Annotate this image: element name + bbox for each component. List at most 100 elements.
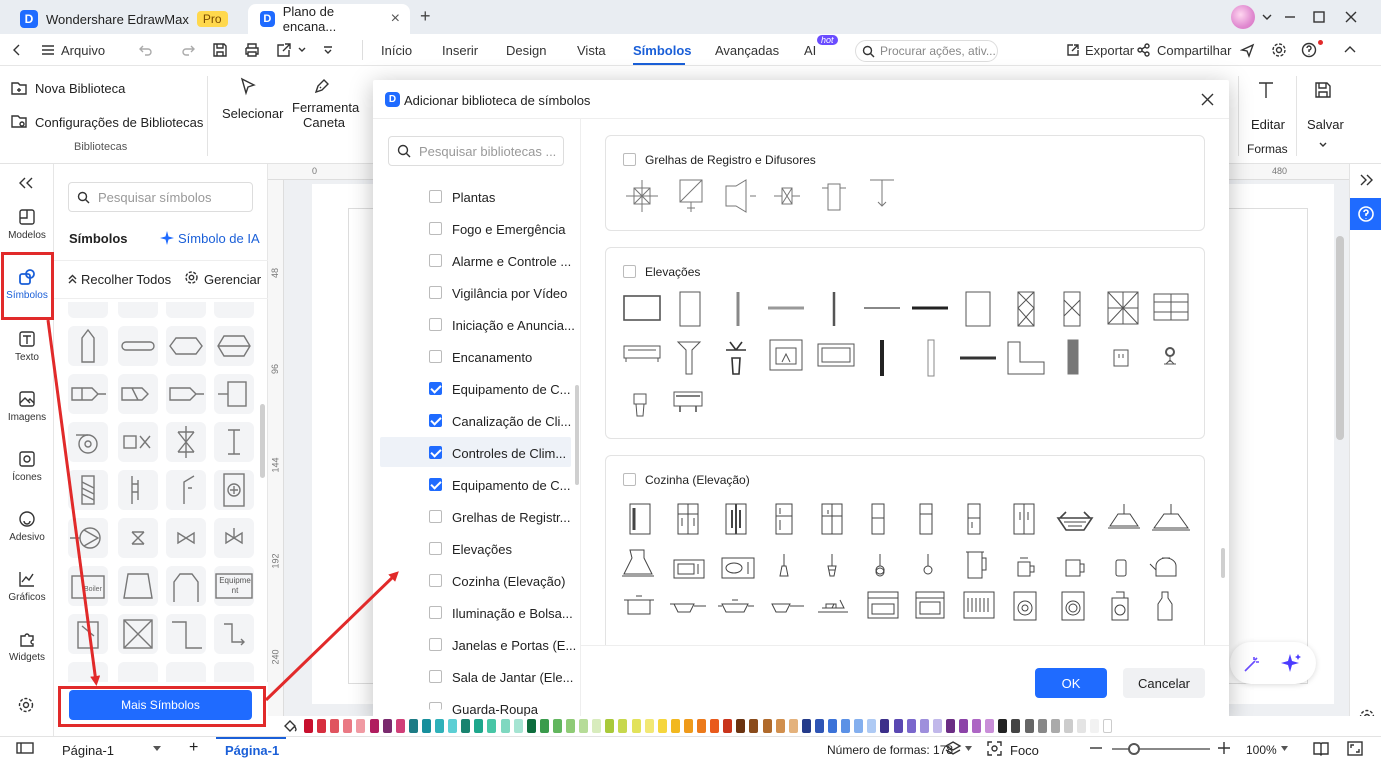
color-swatch[interactable] <box>448 719 458 733</box>
actions-search-box[interactable]: Procurar ações, ativ... <box>855 40 998 62</box>
library-checkbox[interactable] <box>429 606 442 619</box>
menu-inicio[interactable]: Início <box>381 43 412 58</box>
symbol-cell[interactable] <box>214 470 254 510</box>
color-swatch[interactable] <box>1076 719 1086 733</box>
close-tab-icon[interactable]: × <box>391 10 400 28</box>
library-item[interactable]: Equipamento de C... <box>452 382 571 397</box>
color-swatch[interactable] <box>945 719 955 733</box>
symbol-cell[interactable] <box>166 302 206 318</box>
color-swatch[interactable] <box>644 719 654 733</box>
color-swatch[interactable] <box>369 719 379 733</box>
send-icon[interactable] <box>1240 43 1255 58</box>
edit-forms-label-2[interactable]: Formas <box>1247 142 1288 156</box>
library-item[interactable]: Cozinha (Elevação) <box>452 574 565 589</box>
undo-icon[interactable] <box>138 43 154 57</box>
menu-design[interactable]: Design <box>506 43 546 58</box>
color-swatch[interactable] <box>330 719 340 733</box>
canvas-scrollbar[interactable] <box>1336 236 1344 440</box>
group-checkbox[interactable] <box>623 265 636 278</box>
rail-item-icones[interactable]: Ícones <box>0 450 54 483</box>
color-swatch[interactable] <box>762 719 772 733</box>
symbol-cell[interactable] <box>214 518 254 558</box>
color-swatch[interactable] <box>697 719 706 733</box>
library-checkbox[interactable] <box>429 254 442 267</box>
ai-magic-wand-icon[interactable] <box>1242 654 1262 674</box>
color-swatch[interactable] <box>500 719 510 733</box>
color-swatch[interactable] <box>592 719 602 733</box>
symbol-cell[interactable] <box>214 662 254 682</box>
close-dialog-icon[interactable] <box>1201 93 1214 106</box>
symbol-cell[interactable] <box>68 374 108 414</box>
color-swatch[interactable] <box>1090 719 1099 733</box>
symbol-cell[interactable] <box>118 566 158 606</box>
print-icon[interactable] <box>244 42 260 58</box>
chevron-down-icon[interactable] <box>1281 746 1288 751</box>
color-swatch[interactable] <box>723 719 733 733</box>
color-swatch[interactable] <box>880 719 890 733</box>
ai-symbol-button[interactable]: Símbolo de IA <box>178 231 260 246</box>
color-swatch[interactable] <box>959 719 968 733</box>
symbol-cell[interactable] <box>166 470 206 510</box>
menu-simbolos[interactable]: Símbolos <box>633 43 692 58</box>
color-swatch[interactable] <box>867 719 877 733</box>
expand-panel-icon[interactable] <box>1359 173 1375 187</box>
more-dropdown-icon[interactable] <box>322 45 334 55</box>
chevron-down-icon[interactable] <box>298 47 306 53</box>
new-library-button[interactable]: Nova Biblioteca <box>35 81 125 96</box>
symbol-cell[interactable]: Boiler <box>68 566 108 606</box>
rail-item-widgets[interactable]: Widgets <box>0 630 54 663</box>
menu-inserir[interactable]: Inserir <box>442 43 478 58</box>
library-checkbox[interactable] <box>429 542 442 555</box>
color-swatch[interactable] <box>749 719 759 733</box>
fullscreen-icon[interactable] <box>1347 741 1363 756</box>
color-swatch[interactable] <box>461 719 471 733</box>
library-checkbox[interactable] <box>429 702 442 710</box>
save-icon[interactable] <box>212 42 228 58</box>
menu-avancadas[interactable]: Avançadas <box>715 43 779 58</box>
help-icon[interactable] <box>1301 42 1317 58</box>
color-swatch[interactable] <box>343 719 353 733</box>
color-swatch[interactable] <box>736 719 746 733</box>
color-swatch[interactable] <box>814 719 824 733</box>
manage-button[interactable]: Gerenciar <box>204 272 261 287</box>
library-list-scrollbar[interactable] <box>575 385 579 485</box>
zoom-in-icon[interactable] <box>1218 742 1230 754</box>
symbol-cell[interactable] <box>166 518 206 558</box>
color-swatch[interactable] <box>657 719 667 733</box>
share-button[interactable]: Compartilhar <box>1157 43 1231 58</box>
library-item[interactable]: Sala de Jantar (Ele... <box>452 670 573 685</box>
zoom-out-icon[interactable] <box>1090 747 1102 749</box>
library-item[interactable]: Canalização de Cli... <box>452 414 571 429</box>
cozinha-symbols-grid[interactable] <box>622 500 1192 636</box>
color-swatch[interactable] <box>395 719 405 733</box>
document-tab[interactable]: D Plano de encana... × <box>248 4 410 34</box>
library-settings-button[interactable]: Configurações de Bibliotecas <box>35 115 203 130</box>
redo-icon[interactable] <box>180 43 196 57</box>
symbol-cell[interactable] <box>214 302 254 318</box>
group-checkbox[interactable] <box>623 153 636 166</box>
color-swatch[interactable] <box>828 719 837 733</box>
library-checkbox-checked[interactable] <box>429 478 442 491</box>
app-tab[interactable]: D Wondershare EdrawMax Pro <box>8 4 240 34</box>
library-item[interactable]: Fogo e Emergência <box>452 222 565 237</box>
library-checkbox[interactable] <box>429 222 442 235</box>
color-swatch[interactable] <box>801 719 811 733</box>
cancel-button[interactable]: Cancelar <box>1123 668 1205 698</box>
close-window-icon[interactable] <box>1344 10 1358 24</box>
color-swatch[interactable] <box>998 719 1008 733</box>
symbol-cell[interactable] <box>118 470 158 510</box>
symbol-cell[interactable] <box>118 662 158 682</box>
fill-bucket-icon[interactable] <box>282 719 298 733</box>
library-item[interactable]: Janelas e Portas (E... <box>452 638 576 653</box>
zoom-slider-thumb[interactable] <box>1128 743 1140 755</box>
color-swatch[interactable] <box>906 719 916 733</box>
ok-button[interactable]: OK <box>1035 668 1107 698</box>
symbol-cell[interactable] <box>118 614 158 654</box>
panel-scrollbar[interactable] <box>260 404 265 478</box>
library-checkbox[interactable] <box>429 190 442 203</box>
library-item[interactable]: Iniciação e Anuncia... <box>452 318 575 333</box>
chevron-down-icon[interactable] <box>965 746 972 751</box>
book-view-icon[interactable] <box>1313 741 1329 756</box>
color-swatch[interactable] <box>710 719 720 733</box>
color-swatch[interactable] <box>775 719 785 733</box>
